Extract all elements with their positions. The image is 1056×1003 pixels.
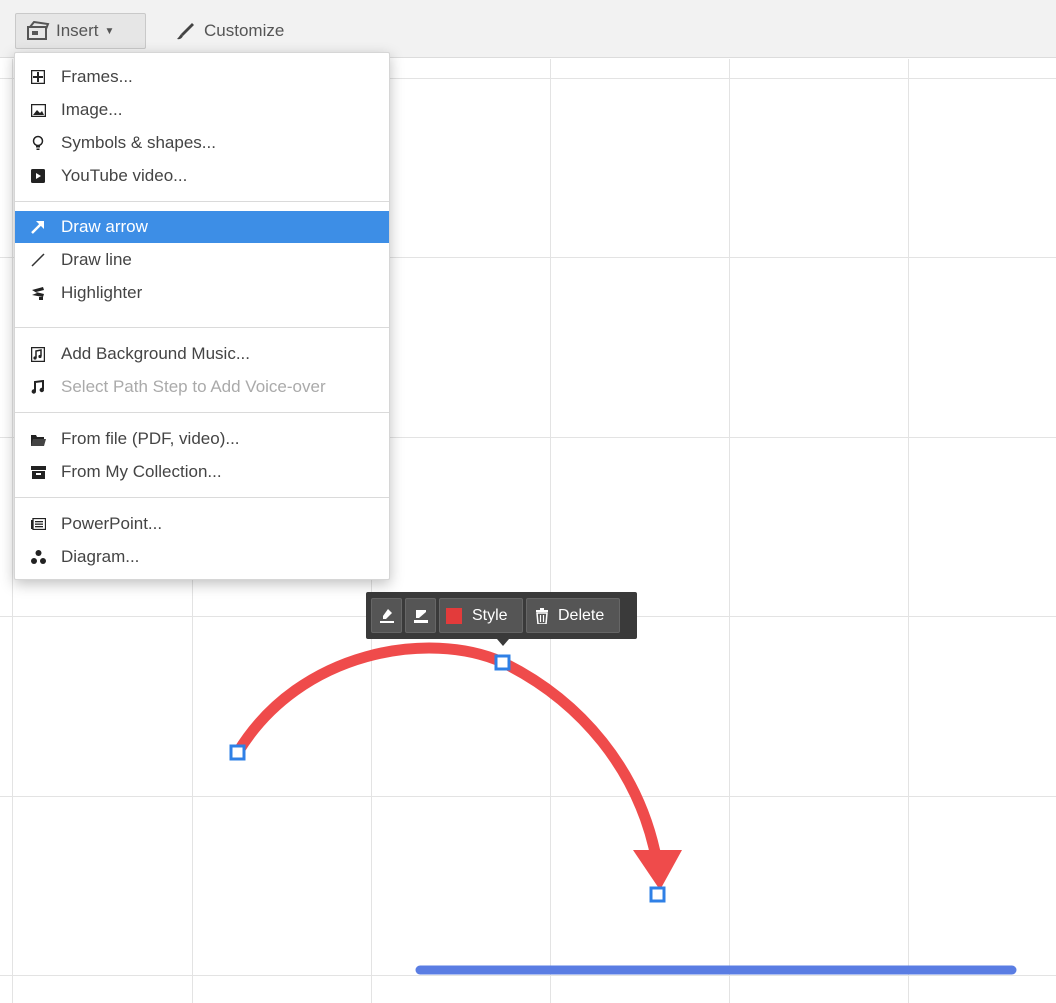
music-file-icon <box>15 338 61 370</box>
menu-item-label: Add Background Music... <box>61 344 250 363</box>
menu-item-label: YouTube video... <box>61 166 188 185</box>
menu-item-frames[interactable]: Frames... <box>15 61 389 93</box>
menu-separator <box>15 201 389 202</box>
archive-icon <box>15 456 61 488</box>
lightbulb-icon <box>15 127 61 159</box>
color-swatch <box>446 607 462 624</box>
menu-item-image[interactable]: Image... <box>15 94 389 126</box>
arrow-icon <box>15 211 61 243</box>
menu-item-highlighter[interactable]: Highlighter <box>15 277 389 309</box>
menu-separator <box>15 412 389 413</box>
arrow-end-handle[interactable] <box>649 886 666 903</box>
music-note-icon <box>15 371 61 403</box>
menu-item-draw-arrow[interactable]: Draw arrow <box>15 211 389 243</box>
toolbar-pointer <box>497 639 509 646</box>
image-icon <box>15 94 61 126</box>
send-backward-button[interactable] <box>405 598 436 633</box>
folder-icon <box>15 423 61 455</box>
insert-menu: Frames... Image... Symbols & shapes... Y… <box>14 52 390 580</box>
menu-item-symbols[interactable]: Symbols & shapes... <box>15 127 389 159</box>
menu-item-powerpoint[interactable]: PowerPoint... <box>15 508 389 540</box>
shape-toolbar: Style Delete <box>366 592 637 639</box>
menu-item-draw-line[interactable]: Draw line <box>15 244 389 276</box>
powerpoint-icon <box>15 508 61 540</box>
curved-arrow-shaft[interactable] <box>232 642 663 868</box>
diagram-icon <box>15 541 61 573</box>
arrow-head[interactable] <box>633 850 682 890</box>
menu-item-youtube[interactable]: YouTube video... <box>15 160 389 192</box>
bring-forward-button[interactable] <box>371 598 402 633</box>
menu-item-label: From My Collection... <box>61 462 222 481</box>
bring-forward-icon <box>379 608 394 623</box>
menu-item-label: Draw arrow <box>61 217 148 236</box>
menu-item-label: PowerPoint... <box>61 514 163 533</box>
highlighter-icon <box>15 277 61 309</box>
menu-item-label: From file (PDF, video)... <box>61 429 240 448</box>
menu-item-voice-over: Select Path Step to Add Voice-over <box>15 371 389 403</box>
menu-item-label: Frames... <box>61 67 133 86</box>
menu-item-diagram[interactable]: Diagram... <box>15 541 389 573</box>
send-backward-icon <box>413 609 428 623</box>
arrow-start-handle[interactable] <box>229 744 246 761</box>
style-label: Style <box>472 606 508 624</box>
menu-separator <box>15 327 389 328</box>
menu-item-label: Highlighter <box>61 283 143 302</box>
menu-item-from-file[interactable]: From file (PDF, video)... <box>15 423 389 455</box>
menu-separator <box>15 497 389 498</box>
frames-icon <box>15 61 61 93</box>
menu-item-collection[interactable]: From My Collection... <box>15 456 389 488</box>
line-icon <box>15 244 61 276</box>
menu-item-label: Image... <box>61 100 123 119</box>
arrow-curve-handle[interactable] <box>494 654 511 671</box>
style-button[interactable]: Style <box>439 598 523 633</box>
menu-item-label: Select Path Step to Add Voice-over <box>61 377 326 396</box>
youtube-icon <box>15 160 61 192</box>
menu-item-label: Draw line <box>61 250 132 269</box>
menu-item-label: Diagram... <box>61 547 140 566</box>
menu-item-background-music[interactable]: Add Background Music... <box>15 338 389 370</box>
delete-label: Delete <box>558 606 605 624</box>
delete-button[interactable]: Delete <box>526 598 620 633</box>
trash-icon <box>536 607 548 624</box>
menu-item-label: Symbols & shapes... <box>61 133 216 152</box>
